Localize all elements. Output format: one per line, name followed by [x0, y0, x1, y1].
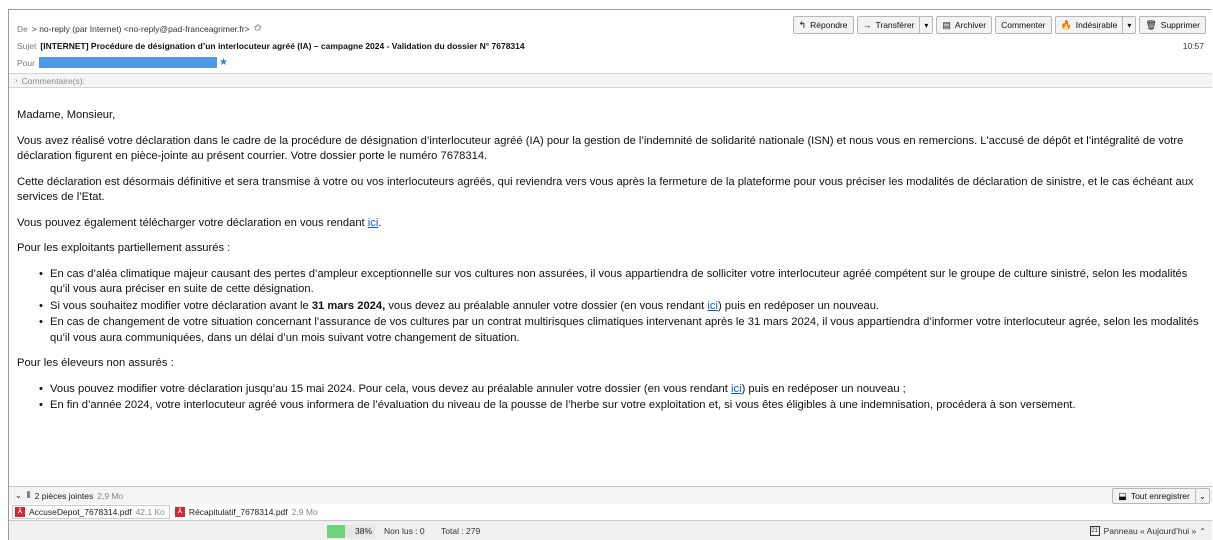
- list-item-text: Si vous souhaitez modifier votre déclara…: [50, 299, 312, 312]
- save-all-label: Tout enregistrer: [1130, 491, 1190, 501]
- pdf-icon: ⅄: [15, 507, 25, 517]
- from-row: De > no-reply (par Internet) <no-reply@p…: [17, 23, 262, 34]
- chevron-up-icon: ⌃: [1199, 526, 1206, 536]
- status-bar: 38% Non lus : 0 Total : 279 21 Panneau «…: [9, 520, 1212, 540]
- redacted-recipient: [38, 57, 217, 68]
- deadline-date: 31 mars 2024,: [311, 299, 386, 312]
- attachments-bar[interactable]: ⌄ ⦀ 2 pièces jointes 2,9 Mo ⬓ Tout enreg…: [9, 486, 1212, 504]
- attachment-name: AccuseDepot_7678314.pdf: [29, 507, 132, 517]
- comment-label: Commenter: [1001, 20, 1046, 30]
- archive-icon: ▤: [942, 19, 951, 30]
- save-icon: ⬓: [1118, 490, 1127, 501]
- to-row: Pour ★: [17, 57, 228, 68]
- chevron-down-icon: ⌄: [1198, 490, 1206, 501]
- attachment-size: 42,1 Ko: [135, 507, 165, 517]
- attachments-summary: 2 pièces jointes: [34, 490, 94, 501]
- pdf-icon: ⅄: [174, 507, 185, 517]
- junk-split: 🔥 Indésirable ▾: [1054, 16, 1137, 34]
- message-body: Madame, Monsieur, Vous avez réalisé votr…: [17, 108, 1207, 424]
- chevron-down-icon: ▾: [1127, 20, 1132, 30]
- list-item: Si vous souhaitez modifier votre déclara…: [39, 299, 1207, 315]
- chevron-down-icon[interactable]: ⌄: [15, 491, 22, 500]
- attachment-item[interactable]: ⅄ AccuseDepot_7678314.pdf 42,1 Ko: [12, 505, 170, 519]
- attachment-item[interactable]: ⅄ Récapitulatif_7678314.pdf 2,9 Mo: [173, 505, 322, 519]
- save-all-dropdown[interactable]: ⌄: [1195, 488, 1210, 504]
- forward-dropdown[interactable]: ▾: [920, 16, 934, 34]
- chevron-right-icon: ›: [15, 76, 18, 85]
- subject-row: Sujet [INTERNET] Procédure de désignatio…: [17, 41, 525, 51]
- message-header: De > no-reply (par Internet) <no-reply@p…: [9, 10, 1212, 72]
- forward-icon: →: [862, 20, 872, 30]
- contact-star-icon[interactable]: ★: [219, 57, 228, 68]
- paragraph-2: Cette déclaration est désormais définiti…: [17, 175, 1194, 204]
- section-2-list: Vous pouvez modifier votre déclaration j…: [39, 382, 1207, 414]
- paperclip-icon: ⦀: [26, 490, 31, 500]
- subject-label: Sujet: [17, 41, 37, 51]
- calendar-icon: 21: [1089, 526, 1100, 536]
- comment-label: Commentaire(s):: [21, 75, 85, 86]
- cancel-link[interactable]: ici: [731, 383, 742, 395]
- list-item-text: ) puis en redéposer un nouveau ;: [741, 382, 906, 395]
- junk-button[interactable]: 🔥 Indésirable: [1054, 16, 1124, 34]
- section-heading-1: Pour les exploitants partiellement assur…: [17, 242, 231, 254]
- comment-button[interactable]: Commenter: [995, 16, 1052, 34]
- download-link[interactable]: ici: [368, 217, 379, 229]
- list-item-text: ) puis en redéposer un nouveau.: [717, 299, 880, 312]
- from-label: De: [17, 23, 28, 34]
- total-count: Total : 279: [441, 526, 481, 536]
- delete-button[interactable]: 🗑 Supprimer: [1139, 16, 1206, 34]
- message-window: De > no-reply (par Internet) <no-reply@p…: [8, 9, 1212, 540]
- from-address[interactable]: > no-reply (par Internet) <no-reply@pad-…: [32, 24, 250, 34]
- list-item-text: Vous pouvez modifier votre déclaration j…: [50, 382, 731, 395]
- save-all-split: ⬓ Tout enregistrer ⌄: [1112, 488, 1210, 504]
- message-toolbar: ↰ Répondre → Transférer ▾ ▤ Archiver Com…: [792, 16, 1206, 34]
- star-icon[interactable]: ✩: [254, 23, 262, 34]
- to-label: Pour: [17, 57, 35, 68]
- forward-button[interactable]: → Transférer: [856, 16, 921, 34]
- section-1-list: En cas d’aléa climatique majeur causant …: [39, 267, 1207, 347]
- list-item: En cas de changement de votre situation …: [39, 315, 1207, 346]
- forward-split: → Transférer ▾: [856, 16, 934, 34]
- attachment-name: Récapitulatif_7678314.pdf: [188, 507, 288, 517]
- forward-label: Transférer: [875, 20, 915, 30]
- comment-toggle[interactable]: › Commentaire(s):: [9, 73, 1212, 88]
- archive-label: Archiver: [954, 20, 987, 30]
- attachment-size: 2,9 Mo: [291, 507, 318, 517]
- greeting: Madame, Monsieur,: [17, 109, 116, 121]
- trash-icon: 🗑: [1145, 19, 1157, 30]
- cancel-link[interactable]: ici: [707, 300, 718, 312]
- progress-label: 38%: [354, 526, 372, 536]
- paragraph-3: Vous pouvez également télécharger votre …: [17, 216, 1207, 232]
- message-time: 10:57: [1182, 41, 1204, 51]
- junk-icon: 🔥: [1060, 19, 1072, 30]
- archive-button[interactable]: ▤ Archiver: [936, 16, 993, 34]
- save-all-button[interactable]: ⬓ Tout enregistrer: [1112, 488, 1196, 504]
- paragraph-3-text: Vous pouvez également télécharger votre …: [17, 216, 368, 229]
- unread-count: Non lus : 0: [384, 526, 425, 536]
- list-item: Vous pouvez modifier votre déclaration j…: [39, 382, 1207, 398]
- junk-dropdown[interactable]: ▾: [1123, 16, 1137, 34]
- attachment-list: ⅄ AccuseDepot_7678314.pdf 42,1 Ko ⅄ Réca…: [9, 504, 1212, 520]
- list-item-text: vous devez au préalable annuler votre do…: [385, 299, 708, 312]
- paragraph-1: Vous avez réalisé votre déclaration dans…: [17, 134, 1184, 163]
- list-item: En fin d’année 2024, votre interlocuteur…: [39, 398, 1207, 414]
- section-heading-2: Pour les éleveurs non assurés :: [17, 357, 174, 369]
- reply-label: Répondre: [810, 20, 848, 30]
- attachments-size: 2,9 Mo: [97, 490, 124, 501]
- junk-label: Indésirable: [1075, 20, 1118, 30]
- progress-fill: [327, 525, 346, 538]
- today-pane-label: Panneau « Aujourd’hui »: [1103, 526, 1197, 536]
- subject-text: [INTERNET] Procédure de désignation d’un…: [40, 41, 525, 51]
- progress-bar: 38%: [327, 525, 375, 538]
- reply-button[interactable]: ↰ Répondre: [792, 16, 854, 34]
- chevron-down-icon: ▾: [924, 20, 929, 30]
- delete-label: Supprimer: [1160, 20, 1200, 30]
- today-pane-toggle[interactable]: 21 Panneau « Aujourd’hui » ⌃: [1089, 526, 1206, 536]
- list-item: En cas d’aléa climatique majeur causant …: [39, 267, 1207, 298]
- paragraph-3-end: .: [378, 216, 382, 229]
- reply-icon: ↰: [798, 19, 807, 30]
